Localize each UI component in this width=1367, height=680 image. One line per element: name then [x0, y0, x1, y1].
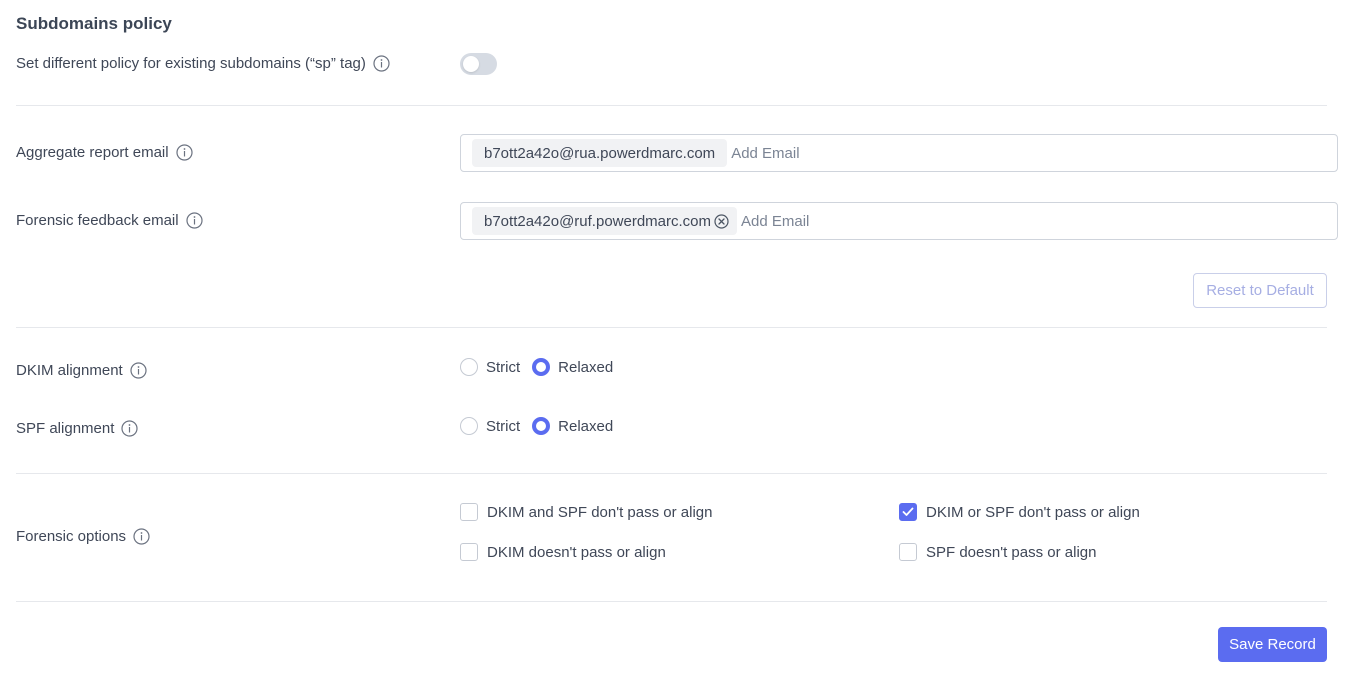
- check-icon: [902, 507, 914, 516]
- email-chip: b7ott2a42o@ruf.powerdmarc.com: [472, 207, 738, 235]
- add-email-input[interactable]: [731, 144, 1032, 162]
- checkbox-label: DKIM or SPF don't pass or align: [926, 503, 1140, 521]
- forensic-option-checkbox[interactable]: DKIM doesn't pass or align: [460, 543, 666, 561]
- checkbox[interactable]: [899, 543, 917, 561]
- aggregate-email-row-label: Aggregate report email: [16, 144, 193, 161]
- radio-button-selected[interactable]: [532, 358, 551, 376]
- radio-button[interactable]: [460, 417, 478, 435]
- info-icon[interactable]: [121, 420, 138, 437]
- email-chip: b7ott2a42o@rua.powerdmarc.com: [472, 139, 728, 167]
- dkim-relaxed-option[interactable]: Relaxed: [532, 358, 613, 376]
- checkbox[interactable]: [460, 543, 478, 561]
- divider: [16, 473, 1327, 474]
- info-icon[interactable]: [133, 528, 150, 545]
- divider: [16, 601, 1327, 602]
- spf-alignment-label: SPF alignment: [16, 420, 115, 437]
- radio-button-selected[interactable]: [532, 417, 551, 435]
- toggle-knob: [463, 56, 479, 72]
- checkbox-checked[interactable]: [899, 503, 917, 521]
- forensic-option-checkbox[interactable]: DKIM or SPF don't pass or align: [899, 503, 1140, 521]
- forensic-options-label: Forensic options: [16, 528, 127, 545]
- forensic-options-row-label: Forensic options: [16, 528, 150, 545]
- spf-relaxed-option[interactable]: Relaxed: [532, 417, 613, 435]
- dkim-alignment-row-label: DKIM alignment: [16, 362, 147, 379]
- dkim-alignment-radio-group: Strict Relaxed: [460, 358, 613, 376]
- email-chip-text: b7ott2a42o@ruf.powerdmarc.com: [484, 212, 712, 230]
- dkim-alignment-label: DKIM alignment: [16, 362, 123, 379]
- info-icon[interactable]: [373, 55, 390, 72]
- close-circle-icon[interactable]: [714, 213, 729, 229]
- radio-label: Strict: [486, 417, 521, 435]
- spf-alignment-row-label: SPF alignment: [16, 420, 138, 437]
- checkbox-label: SPF doesn't pass or align: [926, 543, 1097, 561]
- radio-label: Relaxed: [558, 358, 614, 376]
- email-chip-text: b7ott2a42o@rua.powerdmarc.com: [484, 144, 716, 162]
- aggregate-email-label: Aggregate report email: [16, 144, 169, 161]
- reset-to-default-button[interactable]: Reset to Default: [1193, 273, 1327, 308]
- info-icon[interactable]: [175, 144, 193, 161]
- radio-button[interactable]: [460, 358, 478, 376]
- dkim-strict-option[interactable]: Strict: [460, 358, 520, 376]
- forensic-email-row-label: Forensic feedback email: [16, 212, 203, 229]
- forensic-email-label: Forensic feedback email: [16, 212, 179, 229]
- sp-tag-toggle[interactable]: [460, 53, 497, 75]
- checkbox-label: DKIM doesn't pass or align: [487, 543, 666, 561]
- save-record-button[interactable]: Save Record: [1218, 627, 1327, 662]
- info-icon[interactable]: [130, 362, 147, 379]
- spf-alignment-radio-group: Strict Relaxed: [460, 417, 613, 435]
- checkbox-label: DKIM and SPF don't pass or align: [487, 503, 713, 521]
- aggregate-email-field[interactable]: b7ott2a42o@rua.powerdmarc.com: [460, 134, 1338, 172]
- sp-tag-row-label: Set different policy for existing subdom…: [16, 55, 390, 72]
- forensic-email-field[interactable]: b7ott2a42o@ruf.powerdmarc.com: [460, 202, 1338, 240]
- section-title-subdomains-policy: Subdomains policy: [16, 14, 172, 33]
- spf-strict-option[interactable]: Strict: [460, 417, 520, 435]
- radio-label: Relaxed: [558, 417, 614, 435]
- divider: [16, 105, 1327, 106]
- forensic-option-checkbox[interactable]: SPF doesn't pass or align: [899, 543, 1096, 561]
- add-email-input[interactable]: [741, 212, 1042, 230]
- radio-label: Strict: [486, 358, 521, 376]
- divider: [16, 327, 1327, 328]
- forensic-option-checkbox[interactable]: DKIM and SPF don't pass or align: [460, 503, 712, 521]
- sp-tag-label: Set different policy for existing subdom…: [16, 55, 366, 72]
- info-icon[interactable]: [185, 212, 203, 229]
- checkbox[interactable]: [460, 503, 478, 521]
